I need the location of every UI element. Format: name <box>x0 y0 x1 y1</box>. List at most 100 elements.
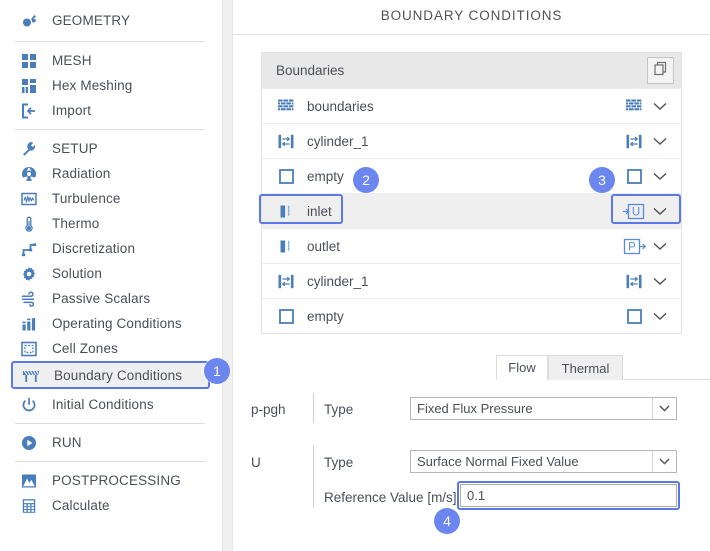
sidebar-item-solution[interactable]: Solution <box>0 261 222 286</box>
import-arrow-icon <box>17 100 41 122</box>
cyclic-icon <box>275 274 297 289</box>
boundary-row-empty-top[interactable]: empty <box>262 158 681 193</box>
boundary-row-name: boundaries <box>307 98 374 114</box>
boundary-row-name: cylinder_1 <box>307 133 369 149</box>
sidebar-item-discretization[interactable]: Discretization <box>0 236 222 261</box>
discretization-icon <box>17 238 41 260</box>
boundary-row-inlet-type-icon[interactable]: U <box>621 203 647 220</box>
ppgh-group-rule <box>313 393 314 423</box>
chevron-down-icon[interactable] <box>652 451 676 472</box>
reference-value-input[interactable]: 0.1 <box>460 484 677 507</box>
copy-button[interactable] <box>647 57 674 84</box>
boundary-row-type-icon[interactable] <box>621 99 647 113</box>
boundary-row-type-icon[interactable] <box>621 274 647 289</box>
svg-text:P: P <box>628 241 636 253</box>
tab-flow[interactable]: Flow <box>496 355 548 380</box>
reference-value-text: 0.1 <box>467 488 486 503</box>
empty-square-icon <box>275 308 297 324</box>
sidebar-item-passive-scalars[interactable]: Passive Scalars <box>0 286 222 311</box>
sidebar-item-label: Discretization <box>52 241 136 256</box>
chevron-down-icon[interactable] <box>647 207 673 216</box>
property-tabs: Flow Thermal <box>496 355 710 380</box>
play-circle-icon <box>17 432 41 454</box>
sidebar-item-cell-zones[interactable]: Cell Zones <box>0 336 222 361</box>
boundary-row-type-icon[interactable] <box>621 168 647 184</box>
tab-thermal[interactable]: Thermal <box>548 355 623 380</box>
sidebar-item-label: Radiation <box>52 166 111 181</box>
chevron-down-icon[interactable] <box>652 398 676 419</box>
sidebar-item-label: MESH <box>52 53 92 68</box>
chevron-down-icon[interactable] <box>647 312 673 321</box>
sidebar-divider <box>15 423 205 424</box>
thermometer-icon <box>17 213 41 235</box>
boundary-row-cylinder-1-top[interactable]: cylinder_1 <box>262 123 681 158</box>
sidebar-item-hex-meshing[interactable]: Hex Meshing <box>0 73 222 98</box>
cell-zones-icon <box>17 338 41 360</box>
sidebar-item-operating-conditions[interactable]: Operating Conditions <box>0 311 222 336</box>
u-type-label: Type <box>324 454 354 470</box>
sidebar-item-label: RUN <box>52 435 82 450</box>
power-icon <box>17 394 41 416</box>
annotation-badge-2: 2 <box>353 167 379 193</box>
boundary-row-type-icon[interactable]: P <box>621 238 647 255</box>
calculator-icon <box>17 495 41 517</box>
sidebar-item-label: Turbulence <box>52 191 121 206</box>
boundary-row-empty-bottom[interactable]: empty <box>262 298 681 333</box>
sidebar-divider <box>15 41 205 42</box>
sidebar-item-import[interactable]: Import <box>0 98 222 123</box>
u-group-rule <box>313 446 314 508</box>
sidebar-item-turbulence[interactable]: Turbulence <box>0 186 222 211</box>
main-panel: BOUNDARY CONDITIONS Boundaries boundarie… <box>233 0 710 551</box>
wrench-icon <box>17 138 41 160</box>
boundary-row-name: cylinder_1 <box>307 273 369 289</box>
boundary-row-cylinder-1-bottom[interactable]: cylinder_1 <box>262 263 681 298</box>
annotation-badge-number: 4 <box>443 513 451 529</box>
sidebar-item-label: POSTPROCESSING <box>52 473 181 488</box>
annotation-badge-1: 1 <box>204 358 230 384</box>
boundary-row-inlet[interactable]: inlet U <box>262 193 681 228</box>
brick-wall-icon <box>275 99 297 113</box>
tab-label: Flow <box>508 360 536 375</box>
sidebar-item-postprocessing[interactable]: POSTPROCESSING <box>0 468 222 493</box>
field-group-ppgh: p-pgh <box>251 397 286 421</box>
chevron-down-icon[interactable] <box>647 172 673 181</box>
annotation-badge-number: 3 <box>598 172 606 188</box>
sidebar-divider <box>15 461 205 462</box>
u-reference-label-row: Reference Value [m/s] <box>324 485 457 509</box>
boundary-row-outlet[interactable]: outlet P <box>262 228 681 263</box>
empty-square-icon <box>275 168 297 184</box>
turbulence-waveform-icon <box>17 188 41 210</box>
boundary-row-inlet-name: inlet <box>307 203 332 219</box>
chevron-down-icon[interactable] <box>647 102 673 111</box>
sidebar-item-mesh[interactable]: MESH <box>0 48 222 73</box>
ppgh-type-label-row: Type <box>324 397 353 421</box>
field-group-u: U <box>251 450 261 474</box>
ppgh-type-select[interactable]: Fixed Flux Pressure <box>410 397 677 420</box>
u-reference-label: Reference Value [m/s] <box>324 489 457 505</box>
chevron-down-icon[interactable] <box>647 242 673 251</box>
chevron-down-icon[interactable] <box>647 277 673 286</box>
sidebar-item-setup[interactable]: SETUP <box>0 136 222 161</box>
boundary-row-boundaries[interactable]: boundaries <box>262 88 681 123</box>
chevron-down-icon[interactable] <box>647 137 673 146</box>
hex-mesh-icon <box>17 75 41 97</box>
sidebar-item-label: GEOMETRY <box>52 12 131 28</box>
sidebar-item-run[interactable]: RUN <box>0 430 222 455</box>
u-type-select[interactable]: Surface Normal Fixed Value <box>410 450 677 473</box>
sidebar-item-radiation[interactable]: Radiation <box>0 161 222 186</box>
annotation-badge-3: 3 <box>589 167 615 193</box>
boundary-row-name: outlet <box>307 238 341 254</box>
sidebar-item-boundary-conditions[interactable]: Boundary Conditions <box>11 361 210 389</box>
sidebar-item-thermo[interactable]: Thermo <box>0 211 222 236</box>
sidebar-item-calculate[interactable]: Calculate <box>0 493 222 518</box>
boundary-row-type-icon[interactable] <box>621 134 647 149</box>
annotation-badge-number: 1 <box>213 363 221 379</box>
sidebar-item-initial-conditions[interactable]: Initial Conditions <box>0 392 222 417</box>
sidebar-item-label: Operating Conditions <box>52 316 182 331</box>
sidebar-item-label: Calculate <box>52 498 110 513</box>
boundary-row-type-icon[interactable] <box>621 308 647 324</box>
sidebar-item-label: Import <box>52 103 92 118</box>
sidebar-item-geometry[interactable]: GEOMETRY <box>0 5 222 35</box>
ppgh-type-value: Fixed Flux Pressure <box>417 401 533 416</box>
sidebar: GEOMETRY MESH Hex Meshing Import SETUP R… <box>0 0 222 551</box>
